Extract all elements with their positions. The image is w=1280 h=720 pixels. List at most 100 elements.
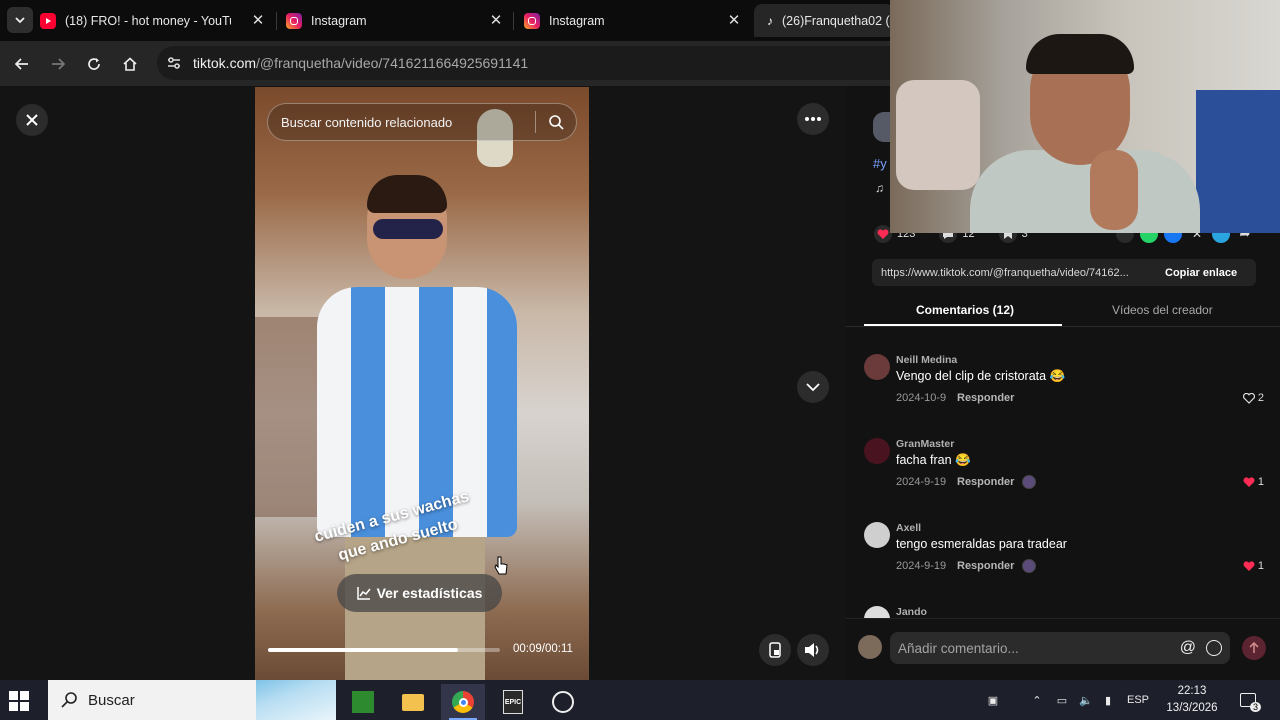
comment-placeholder: Añadir comentario... xyxy=(898,640,1019,656)
windows-start-button[interactable] xyxy=(8,690,30,712)
comment-user[interactable]: Neill Medina xyxy=(896,354,957,366)
tab-tiktok[interactable]: ♪ (26)Franquetha02 (@ xyxy=(754,4,894,37)
share-link-url[interactable]: https://www.tiktok.com/@franquetha/video… xyxy=(872,267,1152,279)
address-bar[interactable]: tiktok.com/@franquetha/video/74162116649… xyxy=(157,46,917,80)
site-settings-icon[interactable] xyxy=(165,54,183,72)
avatar[interactable] xyxy=(864,522,890,548)
search-highlight-image xyxy=(256,680,336,720)
video-progress-fill xyxy=(268,648,459,652)
comment-user[interactable]: Jando xyxy=(896,606,927,618)
comment-like-count: 1 xyxy=(1257,560,1264,572)
mini-player-button[interactable] xyxy=(759,634,791,666)
tab-title: Instagram xyxy=(549,13,605,28)
avatar[interactable] xyxy=(864,438,890,464)
next-video-button[interactable] xyxy=(797,371,829,403)
comment-like[interactable]: 1 xyxy=(1243,476,1264,488)
copy-link-button[interactable]: Copiar enlace xyxy=(1152,267,1237,279)
comment-item: Axell tengo esmeraldas para tradear 2024… xyxy=(864,522,1264,582)
comment-input[interactable]: Añadir comentario... @ xyxy=(890,632,1230,664)
close-tab-icon[interactable]: ✕ xyxy=(250,12,266,29)
tab-title: Instagram xyxy=(311,13,367,28)
comment-user[interactable]: Axell xyxy=(896,522,921,534)
chart-line-icon xyxy=(356,587,371,600)
taskbar-app-explorer[interactable] xyxy=(391,684,435,720)
close-icon xyxy=(26,114,38,126)
webcam-overlay xyxy=(890,0,1280,233)
taskbar-search[interactable]: Buscar xyxy=(48,680,336,720)
comment-like[interactable]: 1 xyxy=(1243,560,1264,572)
arrow-left-icon xyxy=(14,58,28,70)
heart-outline-icon xyxy=(1242,392,1255,404)
view-stats-button[interactable]: Ver estadísticas xyxy=(337,574,502,612)
arrow-up-icon xyxy=(1249,642,1259,653)
avatar[interactable] xyxy=(864,354,890,380)
tab-youtube[interactable]: (18) FRO! - hot money - YouTub ✕ xyxy=(40,4,272,37)
tab-instagram-1[interactable]: Instagram ✕ xyxy=(278,4,510,37)
chevron-down-icon xyxy=(15,17,25,24)
more-horizontal-icon xyxy=(805,117,821,121)
video-player[interactable]: Buscar contenido relacionado cuiden a su… xyxy=(255,87,589,681)
hashtag-link[interactable]: #y xyxy=(873,156,887,171)
comment-text: tengo esmeraldas para tradear xyxy=(896,537,1067,551)
chrome-icon xyxy=(452,691,474,713)
close-tab-icon[interactable]: ✕ xyxy=(726,12,742,29)
reply-button[interactable]: Responder xyxy=(957,560,1014,572)
chevron-up-icon[interactable]: ⌃ xyxy=(1028,680,1046,720)
reply-button[interactable]: Responder xyxy=(957,392,1014,404)
video-time: 00:09/00:11 xyxy=(513,643,573,655)
tab-search-button[interactable] xyxy=(7,7,33,33)
taskbar-app-minecraft[interactable] xyxy=(341,684,385,720)
taskbar-app-chrome[interactable] xyxy=(441,684,485,720)
youtube-icon xyxy=(40,12,56,29)
tab-creator-videos[interactable]: Vídeos del creador xyxy=(1112,303,1213,317)
video-progress-bar[interactable] xyxy=(268,648,500,652)
search-icon[interactable] xyxy=(536,114,576,130)
webcam-person-hand xyxy=(1090,150,1138,230)
related-search-box[interactable]: Buscar contenido relacionado xyxy=(267,103,577,141)
heart-icon xyxy=(1243,560,1255,571)
comment-text: Vengo del clip de cristorata 😂 xyxy=(896,369,1066,383)
comment-user[interactable]: GranMaster xyxy=(896,438,954,450)
volume-icon[interactable]: 🔈 xyxy=(1076,680,1096,720)
url-host: tiktok.com xyxy=(193,55,257,71)
mention-icon[interactable]: @ xyxy=(1180,639,1196,657)
volume-button[interactable] xyxy=(797,634,829,666)
taskbar-app-obs[interactable] xyxy=(541,684,585,720)
taskbar-clock[interactable]: 22:13 13/3/2026 xyxy=(1160,683,1224,717)
tab-comments[interactable]: Comentarios (12) xyxy=(916,303,1014,317)
back-button[interactable] xyxy=(9,51,35,77)
reply-button[interactable]: Responder xyxy=(957,476,1014,488)
related-search-placeholder: Buscar contenido relacionado xyxy=(281,114,453,130)
notifications-button[interactable]: 3 xyxy=(1236,680,1262,720)
minecraft-icon xyxy=(352,691,374,713)
comment-item: Neill Medina Vengo del clip de cristorat… xyxy=(864,354,1264,414)
folder-icon xyxy=(402,693,424,711)
close-tab-icon[interactable]: ✕ xyxy=(488,12,504,29)
share-link-box: https://www.tiktok.com/@franquetha/video… xyxy=(872,259,1256,286)
clock-time: 22:13 xyxy=(1177,685,1207,697)
tray-app-icon[interactable]: ▣ xyxy=(978,680,1008,720)
taskbar-app-epic-games[interactable]: EPIC xyxy=(491,684,535,720)
reload-button[interactable] xyxy=(81,51,107,77)
network-icon[interactable]: ▭ xyxy=(1052,680,1072,720)
mini-player-icon xyxy=(769,642,781,658)
home-button[interactable] xyxy=(117,51,143,77)
forward-button[interactable] xyxy=(45,51,71,77)
epic-games-icon: EPIC xyxy=(503,690,523,714)
creator-liked-avatar xyxy=(1022,475,1036,489)
input-language[interactable]: ESP xyxy=(1124,680,1152,720)
send-comment-button[interactable] xyxy=(1242,636,1266,660)
comment-like[interactable]: 2 xyxy=(1242,392,1264,404)
microphone-icon[interactable]: ▮ xyxy=(1100,680,1116,720)
comment-composer: Añadir comentario... @ xyxy=(846,618,1280,680)
close-viewer-button[interactable] xyxy=(16,104,48,136)
music-note-icon[interactable]: ♫ xyxy=(875,181,884,195)
webcam-person-hair xyxy=(1026,34,1134,74)
windows-taskbar: Buscar EPIC ▣ ⌃ ▭ 🔈 ▮ ESP 22:13 13/3/202… xyxy=(0,680,1280,720)
comment-like-count: 2 xyxy=(1257,392,1264,404)
tab-instagram-2[interactable]: Instagram ✕ xyxy=(516,4,748,37)
emoji-icon[interactable] xyxy=(1206,640,1222,656)
more-options-button[interactable] xyxy=(797,103,829,135)
tiktok-icon: ♪ xyxy=(767,13,773,28)
panel-tabs: Comentarios (12) Vídeos del creador xyxy=(846,300,1280,327)
